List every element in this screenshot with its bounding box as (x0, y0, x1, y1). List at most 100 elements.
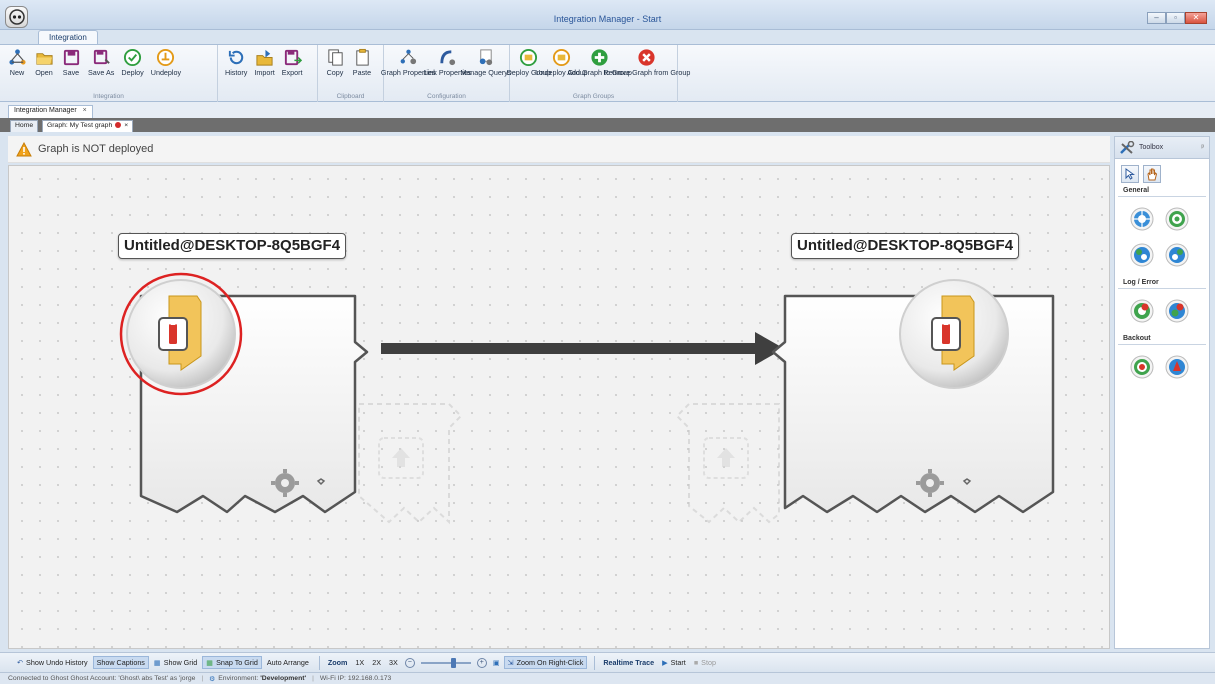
zoom-2x-button[interactable]: 2X (369, 657, 384, 668)
new-button[interactable]: New (4, 47, 30, 77)
connection-status: Connected to Ghost Ghost Account: 'Ghost… (8, 675, 196, 682)
zoom-label: Zoom (327, 658, 348, 667)
right-placeholder-node[interactable] (675, 403, 780, 524)
show-undo-history-button[interactable]: ↶ Show Undo History (14, 657, 91, 668)
status-bar: Connected to Ghost Ghost Account: 'Ghost… (0, 672, 1215, 684)
wifi-ip: Wi-Fi IP: 192.168.0.173 (319, 675, 392, 682)
export-button[interactable]: Export (279, 47, 306, 77)
copy-button[interactable]: Copy (322, 47, 348, 77)
close-graph-tab-icon[interactable]: × (124, 122, 128, 129)
undeploy-button[interactable]: Undeploy (148, 47, 184, 77)
add-graph-icon (590, 47, 610, 67)
document-tab-strip: Integration Manager × (0, 102, 1215, 118)
minimize-button[interactable]: – (1147, 12, 1166, 24)
warning-text: Graph is NOT deployed (38, 143, 154, 155)
import-button[interactable]: Import (251, 47, 277, 77)
zoom-in-button[interactable]: + (476, 657, 487, 668)
title-bar: Integration Manager - Start – ▫ ✕ (0, 0, 1215, 30)
save-button[interactable]: Save (58, 47, 84, 77)
show-grid-toggle[interactable]: ▦ Show Grid (151, 657, 200, 668)
deploy-icon (123, 47, 143, 67)
history-button[interactable]: History (222, 47, 250, 77)
zoom-slider[interactable] (420, 657, 471, 668)
manage-querys-icon (476, 47, 496, 67)
toolbox-pointer-tools (1115, 159, 1209, 185)
stop-trace-button[interactable]: ■ Stop (691, 657, 719, 668)
stop-icon: ■ (693, 658, 699, 667)
zoom-3x-button[interactable]: 3X (386, 657, 401, 668)
export-icon (282, 47, 302, 67)
manage-querys-button[interactable]: Manage Querys (460, 47, 511, 77)
zoom-on-right-click-toggle[interactable]: ⇲ Zoom On Right-Click (503, 656, 588, 669)
unsaved-indicator-icon (115, 122, 122, 128)
upload-placeholder-icon (717, 448, 735, 467)
zoom-1x-button[interactable]: 1X (352, 657, 367, 668)
graph-properties-icon (398, 47, 418, 67)
zoom-slider-knob[interactable] (450, 657, 456, 668)
environment-value: 'Development' (260, 675, 307, 682)
separator (318, 655, 320, 670)
close-window-button[interactable]: ✕ (1185, 12, 1207, 24)
ribbon-group-history: History Import Export (218, 45, 318, 102)
auto-arrange-button[interactable]: Auto Arrange (264, 657, 312, 668)
environment-label: Environment: (218, 675, 259, 682)
backout-tool-2-icon[interactable] (1165, 355, 1189, 379)
log-error-tool-1-icon[interactable] (1130, 299, 1154, 323)
pointer-icon (1125, 168, 1135, 180)
grid-icon: ▦ (153, 658, 161, 667)
maximize-button[interactable]: ▫ (1166, 12, 1185, 24)
link-properties-icon (438, 47, 458, 67)
toolbox-tools-icon (1120, 140, 1135, 154)
save-as-icon (91, 47, 111, 67)
source-node-caption[interactable]: Untitled@DESKTOP-8Q5BGF4 (118, 233, 347, 259)
pin-icon[interactable]: ᵖ (1201, 144, 1204, 151)
general-tool-3-icon[interactable] (1130, 243, 1154, 267)
start-trace-button[interactable]: ▶ Start (659, 657, 689, 668)
hand-icon (1147, 168, 1158, 180)
snap-to-grid-toggle[interactable]: ▦ Snap To Grid (202, 656, 262, 669)
general-tool-4-icon[interactable] (1165, 243, 1189, 267)
realtime-trace-label: Realtime Trace (603, 658, 655, 667)
toolbox-section-general: General (1118, 185, 1206, 197)
save-as-button[interactable]: Save As (85, 47, 117, 77)
deploy-button[interactable]: Deploy (118, 47, 146, 77)
undeploy-icon (156, 47, 176, 67)
tab-integration-manager[interactable]: Integration Manager × (8, 105, 93, 118)
toolbox-section-log-error: Log / Error (1118, 277, 1206, 289)
undo-icon: ↶ (17, 658, 24, 667)
pan-tool[interactable] (1143, 165, 1161, 183)
target-node-caption[interactable]: Untitled@DESKTOP-8Q5BGF4 (791, 233, 1020, 259)
play-icon: ▶ (662, 658, 668, 667)
source-node[interactable] (119, 272, 369, 514)
general-tool-2-icon[interactable] (1165, 207, 1189, 231)
upload-placeholder-icon (392, 448, 410, 467)
tab-home[interactable]: Home (10, 120, 39, 132)
general-tool-1-icon[interactable] (1130, 207, 1154, 231)
show-captions-toggle[interactable]: Show Captions (92, 656, 149, 669)
deploy-group-icon (519, 47, 539, 67)
toolbox-header: Toolbox (1115, 137, 1209, 159)
log-error-tool-2-icon[interactable] (1165, 299, 1189, 323)
tab-integration[interactable]: Integration (38, 30, 98, 44)
snap-icon: ▦ (206, 658, 214, 667)
ribbon-group-integration: New Open Save Save As Deploy Undeploy In… (0, 45, 218, 102)
pointer-tool[interactable] (1121, 165, 1139, 183)
backout-tool-1-icon[interactable] (1130, 355, 1154, 379)
target-node[interactable] (771, 279, 1055, 514)
connection-arrow[interactable] (381, 332, 784, 365)
remove-graph-from-group-button[interactable]: Remove Graph from Group (603, 47, 690, 77)
environment-icon: ⚙ (209, 675, 216, 683)
left-placeholder-node[interactable] (358, 403, 463, 525)
zoom-out-button[interactable]: − (404, 657, 415, 668)
ribbon-tabs: Integration (38, 30, 98, 44)
graph-tab-strip: Home Graph: My Test graph × (0, 118, 1215, 132)
fit-to-screen-icon[interactable]: ▣ (493, 658, 500, 667)
paste-button[interactable]: Paste (349, 47, 375, 77)
open-button[interactable]: Open (31, 47, 57, 77)
copy-icon (325, 47, 345, 67)
tab-my-test-graph[interactable]: Graph: My Test graph × (42, 120, 134, 132)
graph-canvas[interactable]: Untitled@DESKTOP-8Q5BGF4 Untitled@DESKTO… (8, 165, 1110, 649)
close-tab-icon[interactable]: × (83, 107, 87, 114)
graph-properties-button[interactable]: Graph Properties (381, 47, 436, 77)
window-controls: – ▫ ✕ (1147, 12, 1207, 24)
